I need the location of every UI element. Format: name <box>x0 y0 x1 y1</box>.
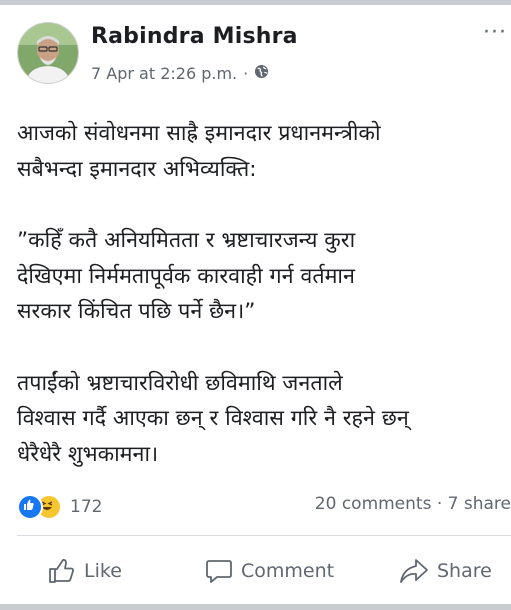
top-strip <box>0 0 511 5</box>
reaction-count: 172 <box>70 497 103 517</box>
comment-label: Comment <box>241 560 335 582</box>
like-icon <box>48 558 76 584</box>
post-line: तपाईंको भ्रष्टाचारविरोधी छविमाथि जनताले <box>17 370 343 396</box>
share-icon <box>399 558 429 584</box>
more-icon[interactable]: ··· <box>483 20 507 45</box>
meta-separator: · <box>243 64 249 83</box>
like-button[interactable]: Like <box>48 558 122 584</box>
post-line: सबैभन्दा इमानदार अभिव्यक्ति: <box>17 156 257 182</box>
post-line: देखिएमा निर्ममतापूर्वक कारवाही गर्न वर्त… <box>17 263 355 289</box>
post-text: आजको संवोधनमा साह्रै इमानदार प्रधानमन्त्… <box>17 116 511 472</box>
post-date[interactable]: 7 Apr at 2:26 p.m. <box>91 64 237 83</box>
share-label: Share <box>437 560 492 582</box>
divider <box>17 535 511 536</box>
comment-button[interactable]: Comment <box>205 558 334 584</box>
engagement-summary[interactable]: 20 comments · 7 share <box>315 494 511 514</box>
comment-icon <box>205 558 233 584</box>
post-line: विश्वास गर्दै आएका छन् र विश्वास गरि नै … <box>17 406 409 431</box>
post-line: धेरैधेरै शुभकामना। <box>17 441 159 467</box>
bottom-strip <box>0 604 511 610</box>
action-bar: Like Comment Share <box>0 548 511 598</box>
author-name[interactable]: Rabindra Mishra <box>91 24 298 49</box>
like-label: Like <box>84 560 122 582</box>
like-reaction-icon <box>17 494 43 520</box>
post-line: आजको संवोधनमा साह्रै इमानदार प्रधानमन्त्… <box>17 121 381 146</box>
post-meta: 7 Apr at 2:26 p.m. · <box>91 64 269 83</box>
avatar[interactable] <box>17 22 79 84</box>
post-line: सरकार किंचित पछि पर्ने छैन।” <box>17 299 256 324</box>
reactions-summary[interactable]: 172 <box>17 494 102 520</box>
globe-icon <box>254 64 269 83</box>
share-button[interactable]: Share <box>399 558 492 584</box>
post-card: Rabindra Mishra 7 Apr at 2:26 p.m. · ···… <box>0 0 511 610</box>
post-line: ”कहिँ कतै अनियमितता र भ्रष्टाचारजन्य कुर… <box>17 228 356 253</box>
